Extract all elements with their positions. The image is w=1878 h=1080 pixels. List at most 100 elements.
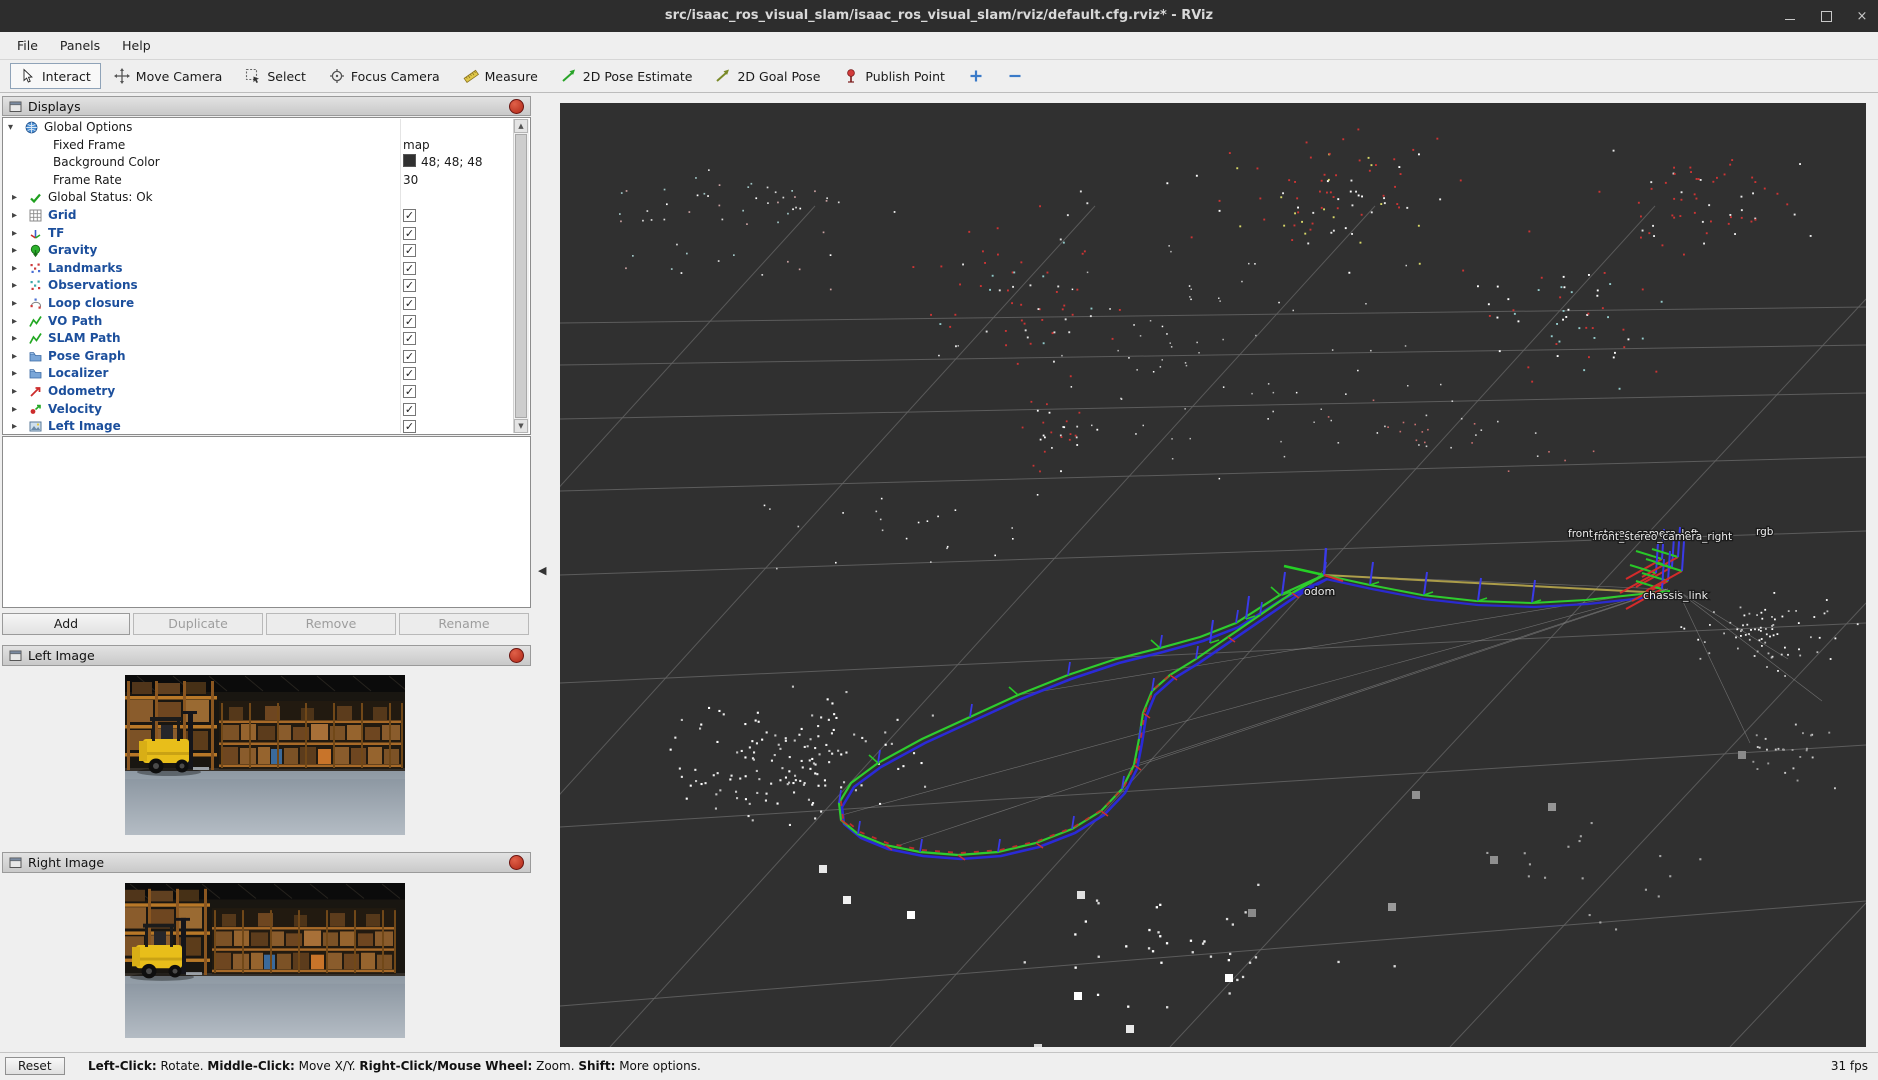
tree-item-landmarks[interactable]: ▸Landmarks✓ xyxy=(3,260,513,278)
close-icon: × xyxy=(1857,9,1868,24)
left-image-panel-title: Left Image xyxy=(28,648,503,663)
tool-move-camera[interactable]: Move Camera xyxy=(104,63,233,89)
tree-item-odometry[interactable]: ▸Odometry✓ xyxy=(3,383,513,401)
tool-measure[interactable]: Measure xyxy=(453,63,548,89)
menu-panels[interactable]: Panels xyxy=(49,34,111,57)
tree-item-label: Global Options xyxy=(44,119,132,137)
expander-icon[interactable]: ▸ xyxy=(12,295,17,313)
tree-item-global-status[interactable]: ▸ Global Status: Ok xyxy=(3,189,513,207)
tool-2d-pose-estimate[interactable]: 2D Pose Estimate xyxy=(551,63,703,89)
enable-checkbox[interactable]: ✓ xyxy=(403,244,416,257)
enable-checkbox[interactable]: ✓ xyxy=(403,350,416,363)
tree-item-left-image[interactable]: ▸Left Image✓ xyxy=(3,418,513,436)
tree-rows: ▾ Global OptionsFixed FramemapBackground … xyxy=(3,119,513,436)
scrollbar-thumb[interactable] xyxy=(515,134,527,418)
right-image-panel-header[interactable]: Right Image xyxy=(2,852,531,873)
left-image-panel-header[interactable]: Left Image xyxy=(2,645,531,666)
tool-label: Publish Point xyxy=(865,69,945,84)
enable-checkbox[interactable]: ✓ xyxy=(403,315,416,328)
hand-cursor-icon xyxy=(20,68,36,84)
expander-icon[interactable]: ▸ xyxy=(12,225,17,243)
panel-icon xyxy=(9,856,22,869)
expander-icon[interactable]: ▸ xyxy=(12,277,17,295)
tool-focus-camera[interactable]: Focus Camera xyxy=(319,63,450,89)
displays-panel-close-button[interactable] xyxy=(509,99,524,114)
menu-file[interactable]: File xyxy=(6,34,49,57)
tree-item-label: Pose Graph xyxy=(48,348,126,366)
left-image-panel-close-button[interactable] xyxy=(509,648,524,663)
tree-scrollbar[interactable]: ▲ ▼ xyxy=(513,119,529,433)
property-value[interactable]: 48; 48; 48 xyxy=(403,154,483,172)
expander-icon[interactable]: ▸ xyxy=(12,401,17,419)
goal-pose-icon xyxy=(715,68,731,84)
tree-item-label: Gravity xyxy=(48,242,97,260)
tree-item-label: Background Color xyxy=(53,154,160,172)
3d-viewport[interactable]: front_stereo_camera_leftfront_stereo_cam… xyxy=(560,103,1866,1047)
expander-icon[interactable]: ▸ xyxy=(12,330,17,348)
tree-item-label: Global Status: Ok xyxy=(48,189,153,207)
maximize-button[interactable] xyxy=(1816,6,1836,26)
plus-icon xyxy=(968,68,984,84)
tree-property-background-color[interactable]: Background Color 48; 48; 48 xyxy=(3,154,513,172)
remove-tool-button[interactable] xyxy=(997,63,1033,89)
expander-icon[interactable]: ▸ xyxy=(12,418,17,436)
tree-item-pose-graph[interactable]: ▸ Pose Graph ✓ xyxy=(3,348,513,366)
enable-checkbox[interactable]: ✓ xyxy=(403,209,416,222)
tree-item-label: Observations xyxy=(48,277,138,295)
expander-icon[interactable]: ▸ xyxy=(12,207,17,225)
menu-help[interactable]: Help xyxy=(111,34,162,57)
tree-item-gravity[interactable]: ▸ Gravity ✓ xyxy=(3,242,513,260)
tree-item-tf[interactable]: ▸TF✓ xyxy=(3,225,513,243)
enable-checkbox[interactable]: ✓ xyxy=(403,420,416,433)
minimize-button[interactable] xyxy=(1780,6,1800,26)
tool-select[interactable]: Select xyxy=(235,63,316,89)
enable-checkbox[interactable]: ✓ xyxy=(403,262,416,275)
svg-text:odom: odom xyxy=(1304,585,1335,598)
tool-2d-goal-pose[interactable]: 2D Goal Pose xyxy=(705,63,830,89)
tree-item-global-options[interactable]: ▾ Global Options xyxy=(3,119,513,137)
enable-checkbox[interactable]: ✓ xyxy=(403,403,416,416)
scroll-down-icon[interactable]: ▼ xyxy=(514,419,528,433)
expander-icon[interactable]: ▸ xyxy=(12,383,17,401)
expander-icon[interactable]: ▸ xyxy=(12,313,17,331)
right-image-panel-close-button[interactable] xyxy=(509,855,524,870)
property-value[interactable]: 30 xyxy=(403,172,418,190)
enable-checkbox[interactable]: ✓ xyxy=(403,332,416,345)
tool-publish-point[interactable]: Publish Point xyxy=(833,63,955,89)
tree-item-observations[interactable]: ▸ Observations ✓ xyxy=(3,277,513,295)
expander-icon[interactable]: ▸ xyxy=(12,348,17,366)
enable-checkbox[interactable]: ✓ xyxy=(403,367,416,380)
tree-item-vo-path[interactable]: ▸VO Path✓ xyxy=(3,313,513,331)
move-camera-icon xyxy=(114,68,130,84)
tree-property-frame-rate[interactable]: Frame Rate30 xyxy=(3,172,513,190)
property-value[interactable]: map xyxy=(403,137,430,155)
displays-panel-header[interactable]: Displays xyxy=(2,96,531,116)
tree-property-fixed-frame[interactable]: Fixed Framemap xyxy=(3,137,513,155)
enable-checkbox[interactable]: ✓ xyxy=(403,227,416,240)
expander-icon[interactable]: ▸ xyxy=(12,365,17,383)
expander-icon[interactable]: ▸ xyxy=(12,189,17,207)
enable-checkbox[interactable]: ✓ xyxy=(403,279,416,292)
add-tool-button[interactable] xyxy=(958,63,994,89)
image-icon xyxy=(29,420,42,433)
reset-button[interactable]: Reset xyxy=(5,1057,65,1075)
enable-checkbox[interactable]: ✓ xyxy=(403,385,416,398)
expander-icon[interactable]: ▾ xyxy=(8,119,13,137)
fps-counter: 31 fps xyxy=(1831,1059,1868,1073)
tree-item-loop-closure[interactable]: ▸Loop closure✓ xyxy=(3,295,513,313)
tree-item-grid[interactable]: ▸Grid✓ xyxy=(3,207,513,225)
expander-icon[interactable]: ▸ xyxy=(12,242,17,260)
globe-icon xyxy=(25,121,38,134)
panel-collapse-icon[interactable]: ◀ xyxy=(538,564,546,577)
tree-item-localizer[interactable]: ▸Localizer✓ xyxy=(3,365,513,383)
publish-point-icon xyxy=(843,68,859,84)
tree-item-slam-path[interactable]: ▸SLAM Path✓ xyxy=(3,330,513,348)
scroll-up-icon[interactable]: ▲ xyxy=(514,119,528,133)
expander-icon[interactable]: ▸ xyxy=(12,260,17,278)
add-display-button[interactable]: Add xyxy=(2,613,130,635)
close-button[interactable]: × xyxy=(1852,6,1872,26)
menubar: FilePanelsHelp xyxy=(0,32,1878,60)
enable-checkbox[interactable]: ✓ xyxy=(403,297,416,310)
tree-item-velocity[interactable]: ▸Velocity✓ xyxy=(3,401,513,419)
tool-interact[interactable]: Interact xyxy=(10,63,101,89)
